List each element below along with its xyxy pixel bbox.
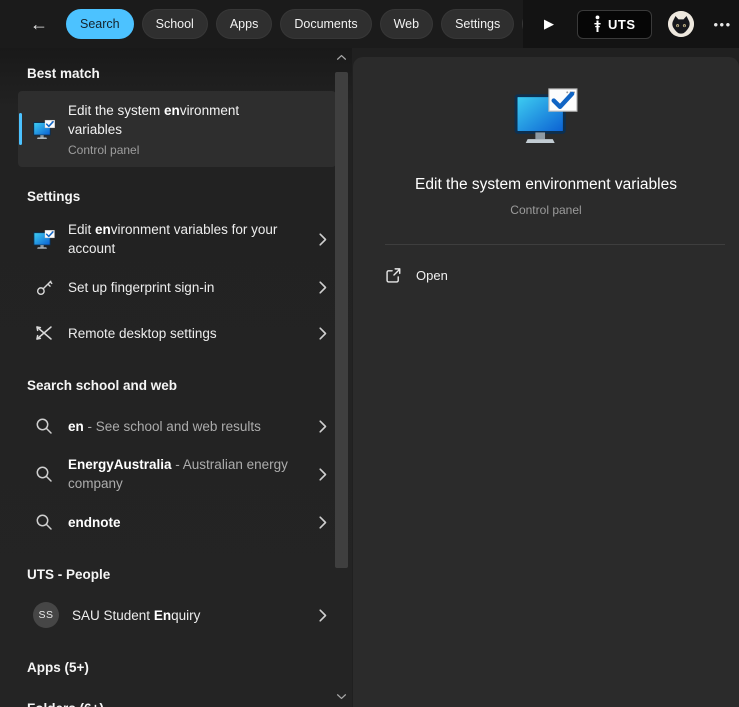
open-action[interactable]: Open [375, 261, 458, 290]
preview-subtitle: Control panel [510, 203, 581, 217]
results-panel: Best match Edit the system environment v… [0, 48, 352, 707]
result-subtitle: Control panel [68, 143, 273, 157]
best-match-result[interactable]: Edit the system environment variables Co… [18, 91, 336, 167]
tabs-overflow-button[interactable]: ▶ [537, 12, 561, 36]
key-icon [33, 278, 55, 297]
section-header-web: Search school and web [27, 378, 336, 393]
section-header-best-match: Best match [27, 66, 336, 81]
open-external-icon [385, 267, 402, 284]
person-initials-avatar: SS [33, 602, 59, 628]
tab-school[interactable]: School [142, 9, 208, 39]
people-result-sau[interactable]: SS SAU Student Enquiry [18, 592, 336, 638]
results-scrollbar [334, 50, 349, 707]
back-icon: ← [30, 14, 48, 34]
scrollbar-thumb[interactable] [335, 72, 348, 568]
result-title: en - See school and web results [68, 411, 306, 442]
profile-avatar[interactable] [668, 11, 694, 37]
results-list: Best match Edit the system environment v… [0, 48, 352, 707]
web-suggestion-en[interactable]: en - See school and web results [18, 403, 336, 449]
system-properties-icon [33, 119, 55, 140]
web-suggestion-endnote[interactable]: endnote [18, 499, 336, 545]
chevron-right-icon [319, 420, 327, 433]
result-env-variables-account[interactable]: Edit environment variables for your acco… [18, 214, 336, 264]
web-suggestion-energyaustralia[interactable]: EnergyAustralia - Australian energy comp… [18, 449, 336, 499]
chevron-right-icon [319, 327, 327, 340]
chevron-right-icon [319, 233, 327, 246]
tab-web[interactable]: Web [380, 9, 433, 39]
section-header-apps[interactable]: Apps (5+) [27, 660, 336, 675]
section-header-settings: Settings [27, 189, 336, 204]
search-icon [33, 417, 55, 435]
scroll-down-button[interactable] [335, 693, 348, 703]
topbar: ← Search School Apps Documents Web Setti… [0, 0, 739, 48]
chevron-up-icon [336, 54, 347, 61]
result-title: Edit the system environment variables [68, 101, 273, 139]
selection-accent-bar [19, 113, 22, 145]
result-title: Edit environment variables for your acco… [68, 214, 306, 264]
divider [385, 244, 725, 245]
tab-apps[interactable]: Apps [216, 9, 273, 39]
result-title: Remote desktop settings [68, 318, 306, 349]
uts-badge-label: UTS [608, 17, 636, 32]
tab-strip: Search School Apps Documents Web Setting… [66, 9, 523, 40]
result-remote-desktop[interactable]: Remote desktop settings [18, 310, 336, 356]
search-icon [33, 513, 55, 531]
back-button[interactable]: ← [25, 11, 53, 37]
preview-title: Edit the system environment variables [415, 176, 677, 194]
search-icon [33, 465, 55, 483]
tab-documents[interactable]: Documents [280, 9, 371, 39]
play-icon: ▶ [544, 16, 554, 31]
more-options-button[interactable]: ••• [710, 17, 736, 32]
result-title: endnote [68, 507, 306, 538]
result-title: SAU Student Enquiry [72, 600, 306, 631]
cat-avatar-icon [668, 11, 694, 37]
chevron-right-icon [319, 516, 327, 529]
uts-organization-badge[interactable]: UTS [577, 10, 652, 39]
chevron-right-icon [319, 609, 327, 622]
chevron-right-icon [319, 281, 327, 294]
section-header-people: UTS - People [27, 567, 336, 582]
section-header-folders[interactable]: Folders (6+) [27, 701, 336, 707]
chevron-right-icon [319, 468, 327, 481]
system-properties-icon [33, 230, 55, 249]
tab-settings[interactable]: Settings [441, 9, 514, 39]
result-title: Set up fingerprint sign-in [68, 272, 306, 303]
result-title: EnergyAustralia - Australian energy comp… [68, 449, 306, 499]
topbar-right-cluster: ▶ UTS [523, 0, 739, 48]
more-options-icon: ••• [714, 17, 732, 32]
best-match-text: Edit the system environment variables Co… [68, 101, 273, 157]
scroll-up-button[interactable] [335, 54, 348, 64]
result-fingerprint-signin[interactable]: Set up fingerprint sign-in [18, 264, 336, 310]
open-label: Open [416, 268, 448, 283]
preview-pane: Edit the system environment variables Co… [353, 57, 739, 707]
uts-logo-icon [593, 15, 602, 33]
chevron-down-icon [336, 693, 347, 700]
remote-desktop-icon [33, 325, 55, 341]
tab-search[interactable]: Search [66, 9, 134, 39]
system-properties-icon-large [514, 88, 578, 149]
